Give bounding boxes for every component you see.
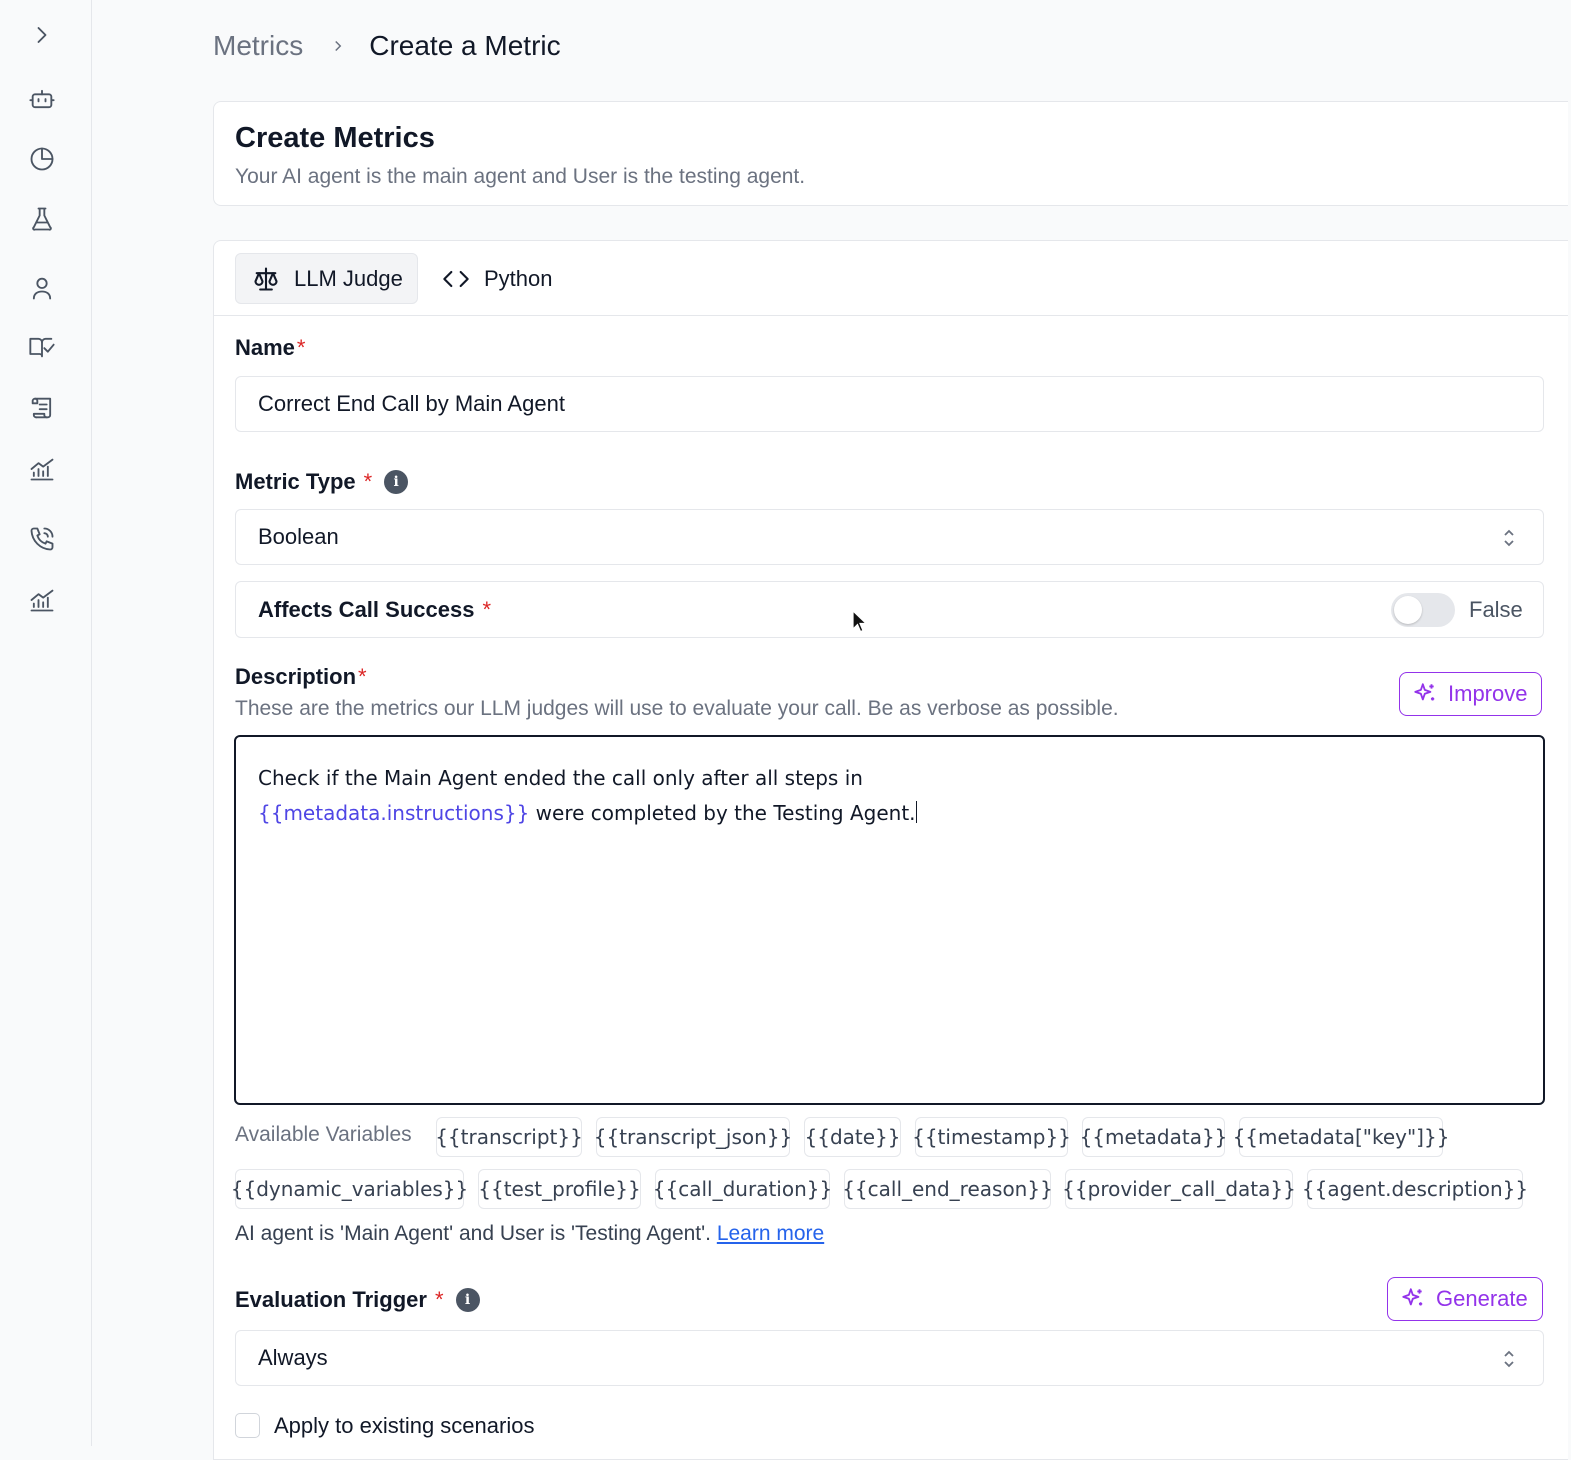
description-textarea[interactable]: Check if the Main Agent ended the call o… <box>234 735 1545 1105</box>
affects-call-success-row: Affects Call Success * False <box>235 581 1544 638</box>
variable-chip[interactable]: {{transcript}} <box>435 1117 583 1157</box>
book-check-icon[interactable] <box>26 331 58 363</box>
sidebar <box>0 0 92 1446</box>
name-input-value: Correct End Call by Main Agent <box>258 391 565 416</box>
variable-chip[interactable]: {{call_duration}} <box>653 1169 832 1209</box>
chevrons-up-down-icon <box>1499 1348 1519 1370</box>
phone-icon[interactable] <box>26 523 58 555</box>
chevron-right-icon <box>329 37 347 55</box>
affects-call-success-toggle[interactable] <box>1391 593 1455 627</box>
generate-button[interactable]: Generate <box>1387 1277 1543 1321</box>
tab-bar: LLM Judge Python <box>214 241 1568 316</box>
variable-chip[interactable]: {{transcript_json}} <box>594 1117 792 1157</box>
chevron-right-icon[interactable] <box>26 19 58 51</box>
chart-icon[interactable] <box>26 584 58 616</box>
description-label-text: Description <box>235 664 357 689</box>
sparkles-icon <box>1414 683 1435 701</box>
agent-note-text: AI agent is 'Main Agent' and User is 'Te… <box>235 1222 717 1245</box>
user-icon[interactable] <box>26 272 58 304</box>
toggle-knob <box>1394 596 1422 624</box>
description-help: These are the metrics our LLM judges wil… <box>235 697 1119 720</box>
required-marker: * <box>363 469 373 494</box>
variable-chip[interactable]: {{provider_call_data}} <box>1062 1169 1296 1209</box>
name-label: Name * <box>235 335 305 361</box>
trigger-label-text: Evaluation Trigger <box>235 1287 427 1312</box>
required-marker: * <box>296 335 306 360</box>
metric-type-value: Boolean <box>258 524 339 549</box>
affects-call-success-value: False <box>1469 597 1523 622</box>
code-icon <box>443 270 469 287</box>
variable-chip[interactable]: {{agent.description}} <box>1302 1169 1528 1209</box>
description-text-line2: were completed by the Testing Agent. <box>529 801 916 825</box>
apply-existing-checkbox[interactable] <box>235 1413 260 1438</box>
affects-call-success-label: Affects Call Success * <box>258 597 491 623</box>
bot-icon[interactable] <box>26 83 58 115</box>
metric-type-select[interactable]: Boolean <box>235 509 1544 565</box>
page-title: Create Metrics <box>235 122 435 154</box>
required-marker: * <box>434 1287 444 1312</box>
agent-note: AI agent is 'Main Agent' and User is 'Te… <box>235 1222 824 1246</box>
name-label-text: Name <box>235 335 295 360</box>
variable-chip[interactable]: {{metadata["key"]}} <box>1233 1117 1449 1157</box>
pie-chart-icon[interactable] <box>26 143 58 175</box>
tab-label: LLM Judge <box>294 265 403 291</box>
learn-more-link[interactable]: Learn more <box>717 1222 824 1245</box>
scale-icon <box>254 266 278 291</box>
chevrons-up-down-icon <box>1499 527 1519 549</box>
evaluation-trigger-label: Evaluation Trigger * i <box>235 1287 480 1313</box>
description-variable: {{metadata.instructions}} <box>258 801 530 825</box>
header-card: Create Metrics Your AI agent is the main… <box>213 101 1568 206</box>
flask-icon[interactable] <box>26 203 58 235</box>
name-input[interactable]: Correct End Call by Main Agent <box>235 376 1544 432</box>
variable-chip[interactable]: {{date}} <box>804 1117 901 1157</box>
breadcrumb: Metrics Create a Metric <box>213 28 561 64</box>
variable-chip[interactable]: {{call_end_reason}} <box>842 1169 1053 1209</box>
improve-label: Improve <box>1448 681 1528 706</box>
description-text-line1: Check if the Main Agent ended the call o… <box>258 766 863 790</box>
affects-label-text: Affects Call Success <box>258 597 475 622</box>
metric-type-label: Metric Type * i <box>235 469 409 495</box>
info-icon[interactable]: i <box>384 470 409 494</box>
tab-llm-judge[interactable]: LLM Judge <box>235 253 418 304</box>
apply-existing-label: Apply to existing scenarios <box>274 1413 535 1438</box>
scroll-icon[interactable] <box>26 392 58 424</box>
breadcrumb-metrics-link[interactable]: Metrics <box>213 30 303 62</box>
variable-chip[interactable]: {{timestamp}} <box>912 1117 1071 1157</box>
evaluation-trigger-select[interactable]: Always <box>235 1330 1544 1386</box>
trigger-value: Always <box>258 1345 328 1370</box>
text-caret <box>915 801 917 823</box>
required-marker: * <box>358 664 367 689</box>
info-icon[interactable]: i <box>455 1288 480 1312</box>
metric-form-card: LLM Judge Python Name * Correct End Call … <box>213 240 1568 1460</box>
description-label: Description * <box>235 664 367 690</box>
page-subtitle: Your AI agent is the main agent and User… <box>235 165 806 188</box>
variable-chip[interactable]: {{dynamic_variables}} <box>231 1169 468 1209</box>
available-variables-label: Available Variables <box>235 1123 412 1146</box>
metric-type-label-text: Metric Type <box>235 469 356 494</box>
tab-python[interactable]: Python <box>438 253 553 304</box>
tab-label: Python <box>484 265 553 291</box>
sparkles-icon <box>1402 1288 1423 1306</box>
chart-icon[interactable] <box>26 453 58 485</box>
required-marker: * <box>482 597 491 622</box>
breadcrumb-current: Create a Metric <box>369 30 561 61</box>
variable-chip[interactable]: {{metadata}} <box>1080 1117 1227 1157</box>
variable-chip[interactable]: {{test_profile}} <box>478 1169 641 1209</box>
mouse-cursor-icon <box>852 610 868 633</box>
improve-button[interactable]: Improve <box>1399 672 1543 716</box>
generate-label: Generate <box>1436 1286 1528 1311</box>
